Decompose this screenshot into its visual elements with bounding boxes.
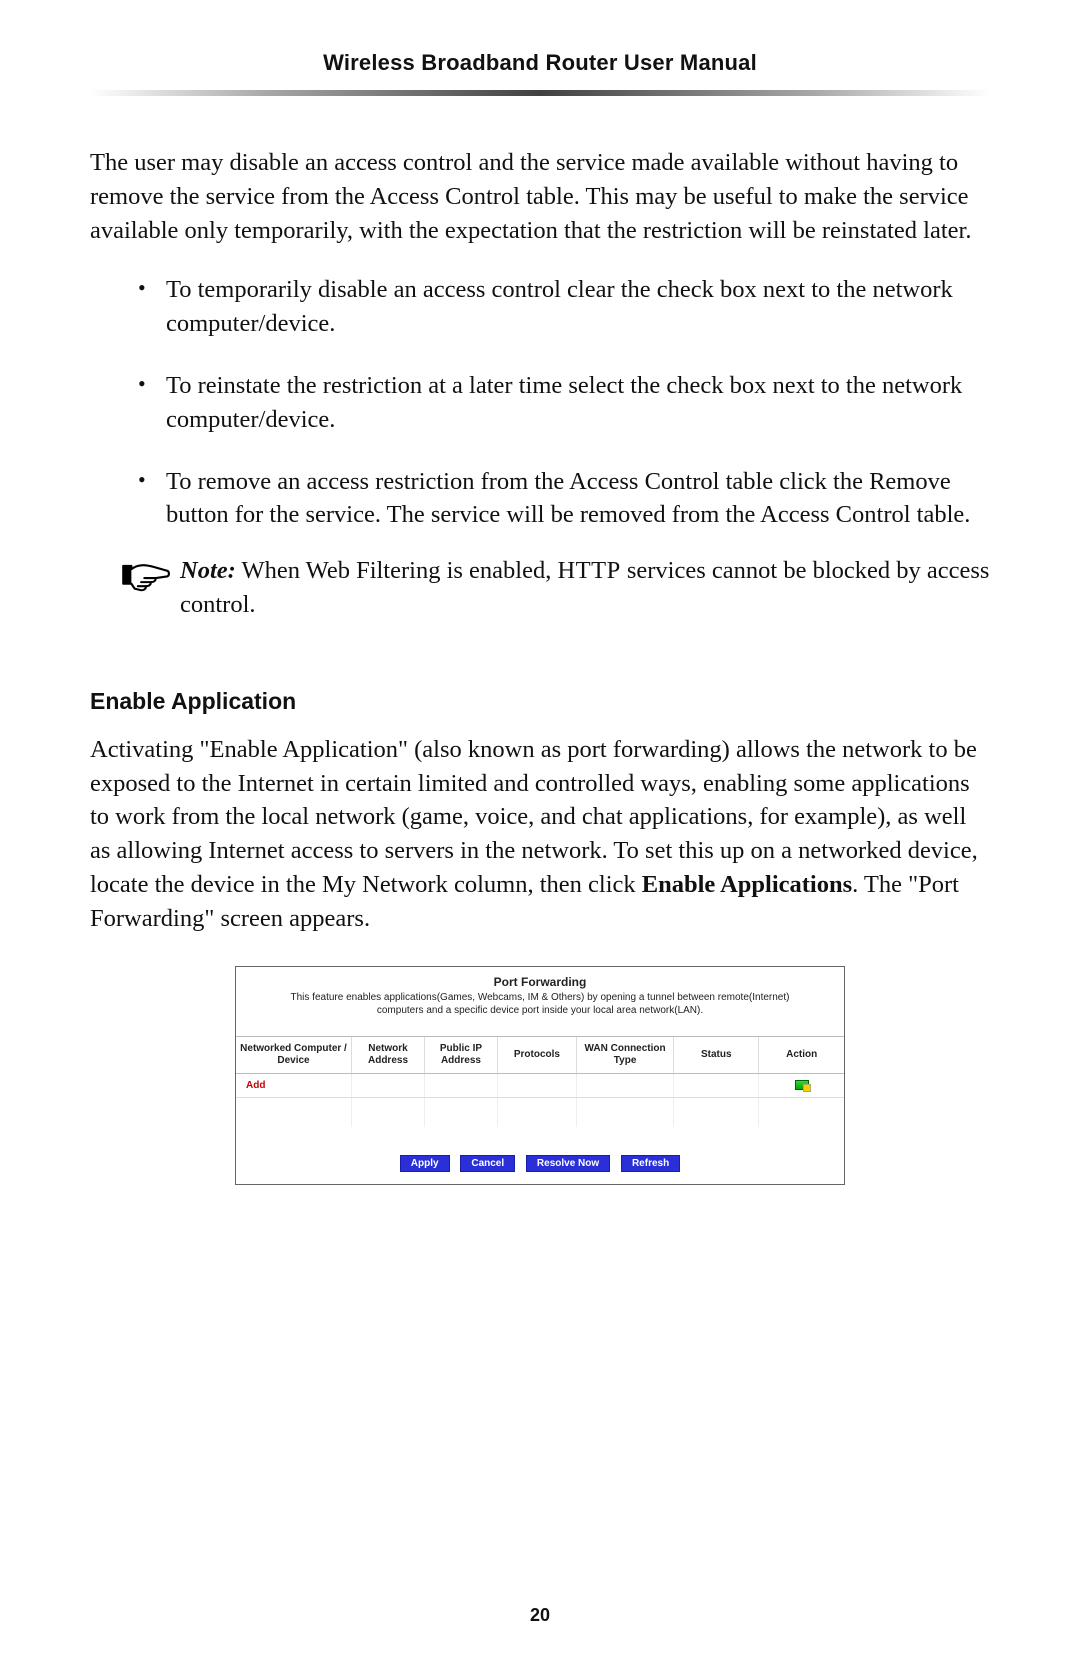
table-row: Add <box>236 1073 844 1097</box>
column-header: Public IP Address <box>424 1036 497 1073</box>
note-block: Note: When Web Filtering is enabled, HTT… <box>120 554 990 622</box>
column-header: Protocols <box>497 1036 576 1073</box>
list-item: To temporarily disable an access control… <box>138 273 990 341</box>
cancel-button[interactable]: Cancel <box>460 1155 515 1172</box>
action-add-icon[interactable] <box>795 1080 809 1090</box>
resolve-now-button[interactable]: Resolve Now <box>526 1155 610 1172</box>
page-header-title: Wireless Broadband Router User Manual <box>90 50 990 76</box>
refresh-button[interactable]: Refresh <box>621 1155 680 1172</box>
screenshot-subtitle: This feature enables applications(Games,… <box>236 989 844 1036</box>
section-heading-enable-application: Enable Application <box>90 688 990 715</box>
note-fragment: When Web Filtering is enabled, <box>236 557 558 584</box>
port-forwarding-table: Networked Computer / Device Network Addr… <box>236 1036 844 1128</box>
header-divider <box>90 90 990 96</box>
table-row <box>236 1097 844 1127</box>
note-label: Note: <box>180 557 236 584</box>
pointing-hand-icon <box>120 556 172 592</box>
section-body-bold: Enable Applications <box>642 871 852 898</box>
note-text: Note: When Web Filtering is enabled, HTT… <box>180 554 990 622</box>
note-smallcaps: HTTP <box>557 557 620 584</box>
intro-paragraph: The user may disable an access control a… <box>90 146 990 247</box>
add-link[interactable]: Add <box>246 1080 265 1091</box>
column-header: Status <box>674 1036 759 1073</box>
list-item: To remove an access restriction from the… <box>138 465 990 533</box>
list-item: To reinstate the restriction at a later … <box>138 369 990 437</box>
screenshot-title: Port Forwarding <box>236 967 844 989</box>
column-header: Networked Computer / Device <box>236 1036 352 1073</box>
screenshot-button-row: Apply Cancel Resolve Now Refresh <box>236 1127 844 1184</box>
port-forwarding-screenshot: Port Forwarding This feature enables app… <box>235 966 845 1186</box>
apply-button[interactable]: Apply <box>400 1155 450 1172</box>
page-number: 20 <box>0 1605 1080 1626</box>
column-header: Network Address <box>352 1036 425 1073</box>
bullet-list: To temporarily disable an access control… <box>138 273 990 532</box>
column-header: Action <box>759 1036 844 1073</box>
section-body: Activating "Enable Application" (also kn… <box>90 733 990 936</box>
column-header: WAN Connection Type <box>576 1036 673 1073</box>
